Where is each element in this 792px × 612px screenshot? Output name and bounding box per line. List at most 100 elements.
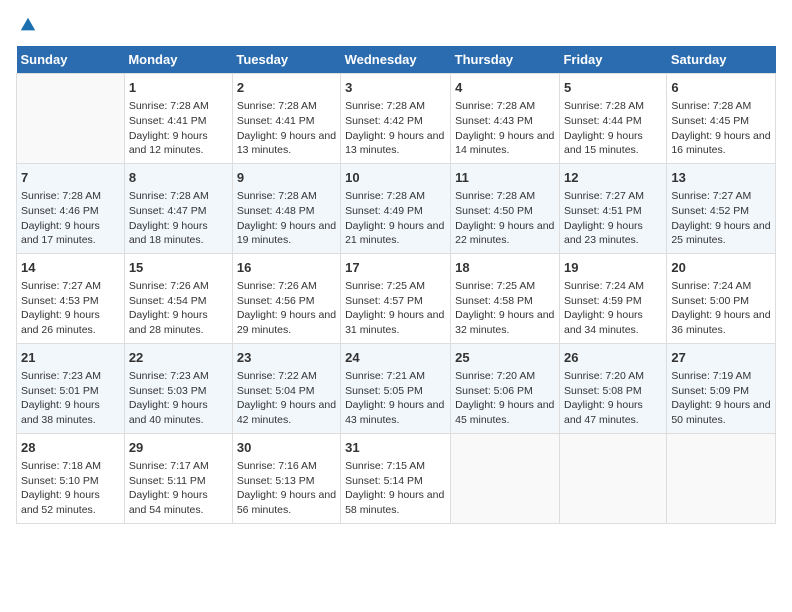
cell-info: Sunrise: 7:27 AMSunset: 4:51 PMDaylight:… bbox=[564, 189, 662, 248]
date-number: 27 bbox=[671, 349, 771, 367]
date-number: 19 bbox=[564, 259, 662, 277]
date-number: 21 bbox=[21, 349, 120, 367]
day-header-monday: Monday bbox=[124, 46, 232, 74]
logo-icon bbox=[19, 16, 37, 34]
calendar-week-row: 1 Sunrise: 7:28 AMSunset: 4:41 PMDaylight… bbox=[17, 74, 776, 164]
date-number: 5 bbox=[564, 79, 662, 97]
date-number: 17 bbox=[345, 259, 446, 277]
calendar-cell: 2Sunrise: 7:28 AMSunset: 4:41 PMDaylight… bbox=[232, 74, 340, 164]
cell-info: Sunrise: 7:28 AMSunset: 4:49 PMDaylight:… bbox=[345, 189, 446, 248]
cell-info: Sunrise: 7:28 AMSunset: 4:44 PMDaylight:… bbox=[564, 99, 662, 158]
date-number: 29 bbox=[129, 439, 228, 457]
calendar-header-row: SundayMondayTuesdayWednesdayThursdayFrid… bbox=[17, 46, 776, 74]
calendar-cell: 11 Sunrise: 7:28 AMSunset: 4:50 PMDayligh… bbox=[451, 163, 560, 253]
cell-info: Sunrise: 7:28 AMSunset: 4:46 PMDaylight:… bbox=[21, 189, 120, 248]
date-number: 9 bbox=[237, 169, 336, 187]
date-number: 6 bbox=[671, 79, 771, 97]
date-number: 13 bbox=[671, 169, 771, 187]
calendar-cell: 7 Sunrise: 7:28 AMSunset: 4:46 PMDaylight… bbox=[17, 163, 125, 253]
date-number: 20 bbox=[671, 259, 771, 277]
calendar-cell: 25 Sunrise: 7:20 AMSunset: 5:06 PMDayligh… bbox=[451, 343, 560, 433]
calendar-cell: 24Sunrise: 7:21 AMSunset: 5:05 PMDayligh… bbox=[341, 343, 451, 433]
page-header bbox=[16, 16, 776, 34]
cell-info: Sunrise: 7:26 AMSunset: 4:56 PMDaylight:… bbox=[237, 279, 336, 338]
cell-info: Sunrise: 7:24 AMSunset: 5:00 PMDaylight:… bbox=[671, 279, 771, 338]
cell-info: Sunrise: 7:27 AMSunset: 4:52 PMDaylight:… bbox=[671, 189, 771, 248]
calendar-cell bbox=[451, 433, 560, 523]
date-number: 31 bbox=[345, 439, 446, 457]
calendar-cell: 15 Sunrise: 7:26 AMSunset: 4:54 PMDayligh… bbox=[124, 253, 232, 343]
cell-info: Sunrise: 7:28 AMSunset: 4:43 PMDaylight:… bbox=[455, 99, 555, 158]
calendar-cell: 14 Sunrise: 7:27 AMSunset: 4:53 PMDayligh… bbox=[17, 253, 125, 343]
day-header-friday: Friday bbox=[559, 46, 666, 74]
calendar-cell: 27 Sunrise: 7:19 AMSunset: 5:09 PMDayligh… bbox=[667, 343, 776, 433]
cell-info: Sunrise: 7:26 AMSunset: 4:54 PMDaylight:… bbox=[129, 279, 228, 338]
date-number: 14 bbox=[21, 259, 120, 277]
date-number: 24 bbox=[345, 349, 446, 367]
day-header-wednesday: Wednesday bbox=[341, 46, 451, 74]
calendar-cell: 8Sunrise: 7:28 AMSunset: 4:47 PMDaylight… bbox=[124, 163, 232, 253]
date-number: 25 bbox=[455, 349, 555, 367]
cell-info: Sunrise: 7:18 AMSunset: 5:10 PMDaylight:… bbox=[21, 459, 120, 518]
cell-info: Sunrise: 7:25 AMSunset: 4:57 PMDaylight:… bbox=[345, 279, 446, 338]
cell-info: Sunrise: 7:28 AMSunset: 4:50 PMDaylight:… bbox=[455, 189, 555, 248]
calendar-cell: 19 Sunrise: 7:24 AMSunset: 4:59 PMDayligh… bbox=[559, 253, 666, 343]
calendar-cell: 16 Sunrise: 7:26 AMSunset: 4:56 PMDayligh… bbox=[232, 253, 340, 343]
cell-info: Sunrise: 7:22 AMSunset: 5:04 PMDaylight:… bbox=[237, 369, 336, 428]
calendar-cell: 20 Sunrise: 7:24 AMSunset: 5:00 PMDayligh… bbox=[667, 253, 776, 343]
calendar-cell: 22 Sunrise: 7:23 AMSunset: 5:03 PMDayligh… bbox=[124, 343, 232, 433]
cell-info: Sunrise: 7:23 AMSunset: 5:01 PMDaylight:… bbox=[21, 369, 120, 428]
cell-info: Sunrise: 7:27 AMSunset: 4:53 PMDaylight:… bbox=[21, 279, 120, 338]
cell-info: Sunrise: 7:23 AMSunset: 5:03 PMDaylight:… bbox=[129, 369, 228, 428]
calendar-week-row: 28 Sunrise: 7:18 AMSunset: 5:10 PMDayligh… bbox=[17, 433, 776, 523]
calendar-cell bbox=[559, 433, 666, 523]
date-number: 26 bbox=[564, 349, 662, 367]
cell-info: Sunrise: 7:28 AMSunset: 4:45 PMDaylight:… bbox=[671, 99, 771, 158]
date-number: 28 bbox=[21, 439, 120, 457]
calendar-week-row: 7 Sunrise: 7:28 AMSunset: 4:46 PMDaylight… bbox=[17, 163, 776, 253]
calendar-cell: 13 Sunrise: 7:27 AMSunset: 4:52 PMDayligh… bbox=[667, 163, 776, 253]
cell-info: Sunrise: 7:25 AMSunset: 4:58 PMDaylight:… bbox=[455, 279, 555, 338]
calendar-cell: 30Sunrise: 7:16 AMSunset: 5:13 PMDayligh… bbox=[232, 433, 340, 523]
calendar-cell bbox=[667, 433, 776, 523]
calendar-cell: 3Sunrise: 7:28 AMSunset: 4:42 PMDaylight… bbox=[341, 74, 451, 164]
date-number: 1 bbox=[129, 79, 228, 97]
calendar-cell: 5 Sunrise: 7:28 AMSunset: 4:44 PMDaylight… bbox=[559, 74, 666, 164]
cell-info: Sunrise: 7:19 AMSunset: 5:09 PMDaylight:… bbox=[671, 369, 771, 428]
date-number: 7 bbox=[21, 169, 120, 187]
calendar-cell: 31 Sunrise: 7:15 AMSunset: 5:14 PMDayligh… bbox=[341, 433, 451, 523]
day-header-saturday: Saturday bbox=[667, 46, 776, 74]
date-number: 15 bbox=[129, 259, 228, 277]
calendar-cell: 26 Sunrise: 7:20 AMSunset: 5:08 PMDayligh… bbox=[559, 343, 666, 433]
date-number: 3 bbox=[345, 79, 446, 97]
day-header-tuesday: Tuesday bbox=[232, 46, 340, 74]
date-number: 4 bbox=[455, 79, 555, 97]
calendar-cell: 10 Sunrise: 7:28 AMSunset: 4:49 PMDayligh… bbox=[341, 163, 451, 253]
cell-info: Sunrise: 7:24 AMSunset: 4:59 PMDaylight:… bbox=[564, 279, 662, 338]
date-number: 12 bbox=[564, 169, 662, 187]
calendar-cell: 1 Sunrise: 7:28 AMSunset: 4:41 PMDaylight… bbox=[124, 74, 232, 164]
calendar-cell: 21 Sunrise: 7:23 AMSunset: 5:01 PMDayligh… bbox=[17, 343, 125, 433]
date-number: 16 bbox=[237, 259, 336, 277]
calendar-cell bbox=[17, 74, 125, 164]
calendar-cell: 18 Sunrise: 7:25 AMSunset: 4:58 PMDayligh… bbox=[451, 253, 560, 343]
date-number: 30 bbox=[237, 439, 336, 457]
date-number: 10 bbox=[345, 169, 446, 187]
cell-info: Sunrise: 7:20 AMSunset: 5:08 PMDaylight:… bbox=[564, 369, 662, 428]
calendar-cell: 17 Sunrise: 7:25 AMSunset: 4:57 PMDayligh… bbox=[341, 253, 451, 343]
date-number: 11 bbox=[455, 169, 555, 187]
date-number: 18 bbox=[455, 259, 555, 277]
calendar-table: SundayMondayTuesdayWednesdayThursdayFrid… bbox=[16, 46, 776, 524]
date-number: 22 bbox=[129, 349, 228, 367]
calendar-cell: 9 Sunrise: 7:28 AMSunset: 4:48 PMDaylight… bbox=[232, 163, 340, 253]
cell-info: Sunrise: 7:28 AMSunset: 4:48 PMDaylight:… bbox=[237, 189, 336, 248]
calendar-week-row: 14 Sunrise: 7:27 AMSunset: 4:53 PMDayligh… bbox=[17, 253, 776, 343]
cell-info: Sunrise: 7:28 AMSunset: 4:47 PMDaylight:… bbox=[129, 189, 228, 248]
cell-info: Sunrise: 7:28 AMSunset: 4:41 PMDaylight:… bbox=[129, 99, 228, 158]
calendar-cell: 28 Sunrise: 7:18 AMSunset: 5:10 PMDayligh… bbox=[17, 433, 125, 523]
calendar-cell: 29Sunrise: 7:17 AMSunset: 5:11 PMDayligh… bbox=[124, 433, 232, 523]
cell-info: Sunrise: 7:15 AMSunset: 5:14 PMDaylight:… bbox=[345, 459, 446, 518]
logo bbox=[16, 16, 37, 34]
cell-info: Sunrise: 7:20 AMSunset: 5:06 PMDaylight:… bbox=[455, 369, 555, 428]
calendar-cell: 23Sunrise: 7:22 AMSunset: 5:04 PMDayligh… bbox=[232, 343, 340, 433]
